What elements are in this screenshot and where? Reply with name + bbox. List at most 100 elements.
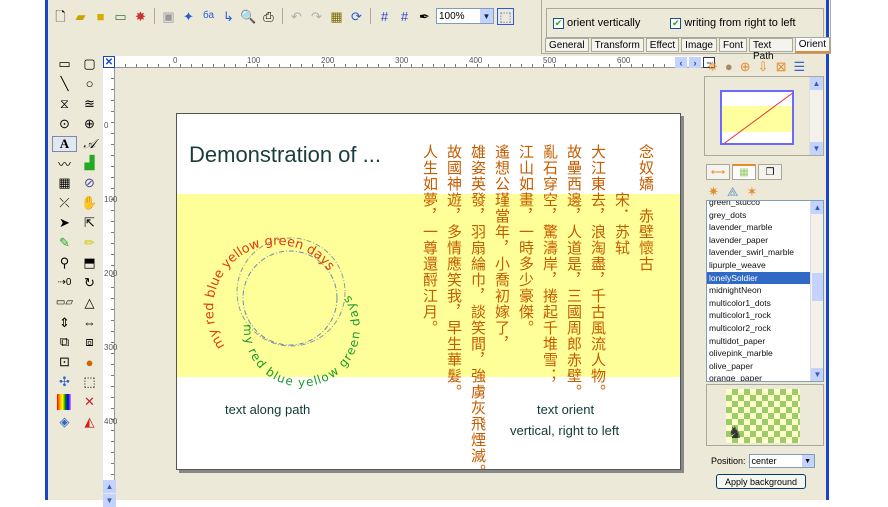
fill-tool-icon[interactable]: ⚲ <box>52 255 77 271</box>
text-path-icon[interactable]: ба <box>200 8 217 25</box>
tab-effect[interactable]: Effect <box>645 38 680 52</box>
paste-icon[interactable]: ▦ <box>328 8 345 25</box>
effects-icon[interactable]: ✦ <box>180 8 197 25</box>
scale-tool-icon[interactable]: △ <box>77 295 102 311</box>
tab-text-path[interactable]: Text Path <box>748 38 793 62</box>
tab-transform[interactable]: Transform <box>590 38 644 52</box>
chart-icon[interactable]: ✸ <box>132 8 149 25</box>
rounded-rect-tool-icon[interactable]: ▢ <box>77 56 102 72</box>
freehand-tool-icon[interactable]: 〰 <box>52 155 77 172</box>
list-item[interactable]: multicolor1_rock <box>707 309 823 322</box>
list-item[interactable]: olivepink_marble <box>707 347 823 360</box>
hourglass-tool-icon[interactable]: ⧖ <box>52 96 77 112</box>
right-to-left-checkbox[interactable]: ✔ writing from right to left <box>670 17 796 29</box>
scroll-up-button[interactable]: ▲ <box>103 480 116 493</box>
caption-orient-detail[interactable]: vertical, right to left <box>510 423 619 438</box>
box-3d-tool-icon[interactable]: ⬒ <box>77 255 102 271</box>
list-scroll-thumb[interactable] <box>812 273 823 301</box>
select-area-icon[interactable]: ⬚ <box>77 374 102 390</box>
tab-background[interactable]: ▦ <box>732 164 756 180</box>
open-folder-icon[interactable]: ■ <box>92 8 109 25</box>
list-item[interactable]: lavender_swirl_marble <box>707 246 823 259</box>
color-picker-icon[interactable]: ◭ <box>77 414 102 430</box>
image-icon[interactable]: ▭ <box>112 8 129 25</box>
close-box-icon[interactable]: ⊠ <box>776 59 787 75</box>
list-scroll-up[interactable]: ▲ <box>811 201 823 214</box>
tab-pages[interactable]: ❐ <box>758 164 782 180</box>
select-frame-icon[interactable]: ⬚ <box>497 7 514 25</box>
scroll-down-button[interactable]: ▼ <box>103 494 116 507</box>
list-item[interactable]: olive_paper <box>707 360 823 373</box>
group-icon[interactable]: ⊡ <box>52 354 77 370</box>
apply-background-button[interactable]: Apply background <box>716 474 806 489</box>
table-tool-icon[interactable]: ▦ <box>52 175 77 191</box>
tab-size[interactable]: ⟷ <box>706 164 730 180</box>
flip-vertical-icon[interactable]: ⇕ <box>52 315 77 331</box>
orient-vertically-checkbox[interactable]: ✔ orient vertically <box>553 17 640 29</box>
print-icon[interactable]: ⎙ <box>260 8 277 25</box>
list-scroll-down[interactable]: ▼ <box>811 368 823 381</box>
send-back-icon[interactable]: ⧈ <box>77 334 102 350</box>
flip-horizontal-icon[interactable]: ⇔ <box>77 315 102 331</box>
oval-point-tool-icon[interactable]: ⊕ <box>77 116 102 132</box>
delete-icon[interactable]: ✕ <box>77 394 102 410</box>
grid-icon[interactable]: # <box>376 8 393 25</box>
page-prev-button[interactable]: ‹ <box>675 57 687 68</box>
thumb-scroll-down[interactable]: ▼ <box>810 142 823 155</box>
list-item[interactable]: midnightNeon <box>707 284 823 297</box>
tab-general[interactable]: General <box>545 38 589 52</box>
list-item[interactable]: lavender_marble <box>707 221 823 234</box>
thumb-scroll-up[interactable]: ▲ <box>810 77 823 90</box>
arrow-icon[interactable]: ↳ <box>220 8 237 25</box>
bring-front-icon[interactable]: ⧉ <box>52 334 77 350</box>
list-item[interactable]: orange_paper <box>707 372 823 381</box>
paint-bucket-icon[interactable]: ◈ <box>52 414 77 430</box>
list-item-selected[interactable]: lonelySoldier <box>707 271 823 285</box>
page-next-button[interactable]: › <box>689 57 701 68</box>
hand-tool-icon[interactable]: ✋ <box>77 195 102 211</box>
undo-icon[interactable]: ↶ <box>288 8 305 25</box>
document-page[interactable]: Demonstration of ... my red blue yellow … <box>176 113 681 480</box>
gradient-icon[interactable] <box>57 394 71 411</box>
new-icon[interactable]: 🗋 <box>52 8 69 25</box>
skew-tool-icon[interactable]: ▭▱ <box>52 295 77 311</box>
refresh-icon[interactable]: ⟳ <box>348 8 365 25</box>
rotate-tool-icon[interactable]: ↻ <box>77 275 102 291</box>
text-outline-tool-icon[interactable]: 𝒜 <box>77 136 102 152</box>
save-icon[interactable]: ▣ <box>160 8 177 25</box>
eraser-tool-icon[interactable]: ✏ <box>77 235 102 251</box>
text-tool-icon[interactable]: A <box>52 135 77 152</box>
list-item[interactable]: lipurple_weave <box>707 259 823 272</box>
direct-select-tool-icon[interactable]: ⇱ <box>77 215 102 231</box>
list-item[interactable]: lavender_paper <box>707 234 823 247</box>
image-tool-icon[interactable]: ▟ <box>77 155 102 171</box>
list-item[interactable]: green_stucco <box>707 201 823 209</box>
background-list[interactable]: green_stucco grey_dots lavender_marble l… <box>706 200 824 382</box>
tab-font[interactable]: Font <box>718 38 747 52</box>
align-center-icon[interactable]: ⊕ <box>740 59 751 75</box>
remove-background-icon[interactable]: ✶ <box>747 184 758 200</box>
users-icon[interactable]: ● <box>725 59 733 75</box>
ellipse-tool-icon[interactable]: ○ <box>77 76 102 92</box>
tab-image[interactable]: Image <box>681 38 717 52</box>
zoom-select[interactable]: 100% ▼ <box>436 8 494 24</box>
caption-orient[interactable]: text orient <box>537 402 594 417</box>
pen-icon[interactable]: ✒ <box>416 8 433 25</box>
ruler-corner-icon[interactable]: ✕ <box>103 56 115 68</box>
snap-grid-icon[interactable]: # <box>396 8 413 25</box>
list-item[interactable]: multicolor2_rock <box>707 322 823 335</box>
user-list-icon[interactable]: ☰ <box>793 59 805 75</box>
color-icon[interactable]: ● <box>77 354 102 370</box>
select-tool-icon[interactable]: ➤ <box>52 215 77 231</box>
align-icon[interactable]: ✣ <box>52 374 77 390</box>
transfer-icon[interactable]: ✵ <box>707 59 718 75</box>
list-item[interactable]: grey_dots <box>707 209 823 222</box>
eyedropper-tool-icon[interactable]: ✎ <box>52 235 77 251</box>
line-tool-icon[interactable]: ╲ <box>52 76 77 92</box>
list-item[interactable]: multicolor1_dots <box>707 297 823 310</box>
tab-orient[interactable]: Orient <box>794 37 830 53</box>
rectangle-tool-icon[interactable]: ▭ <box>52 56 77 72</box>
open-icon[interactable]: ▰ <box>72 8 89 25</box>
caption-text-path[interactable]: text along path <box>225 402 310 417</box>
canvas-area[interactable]: ✕ 0 100 200 300 400 500 600 ‹ › − 0 100 20… <box>103 56 715 507</box>
